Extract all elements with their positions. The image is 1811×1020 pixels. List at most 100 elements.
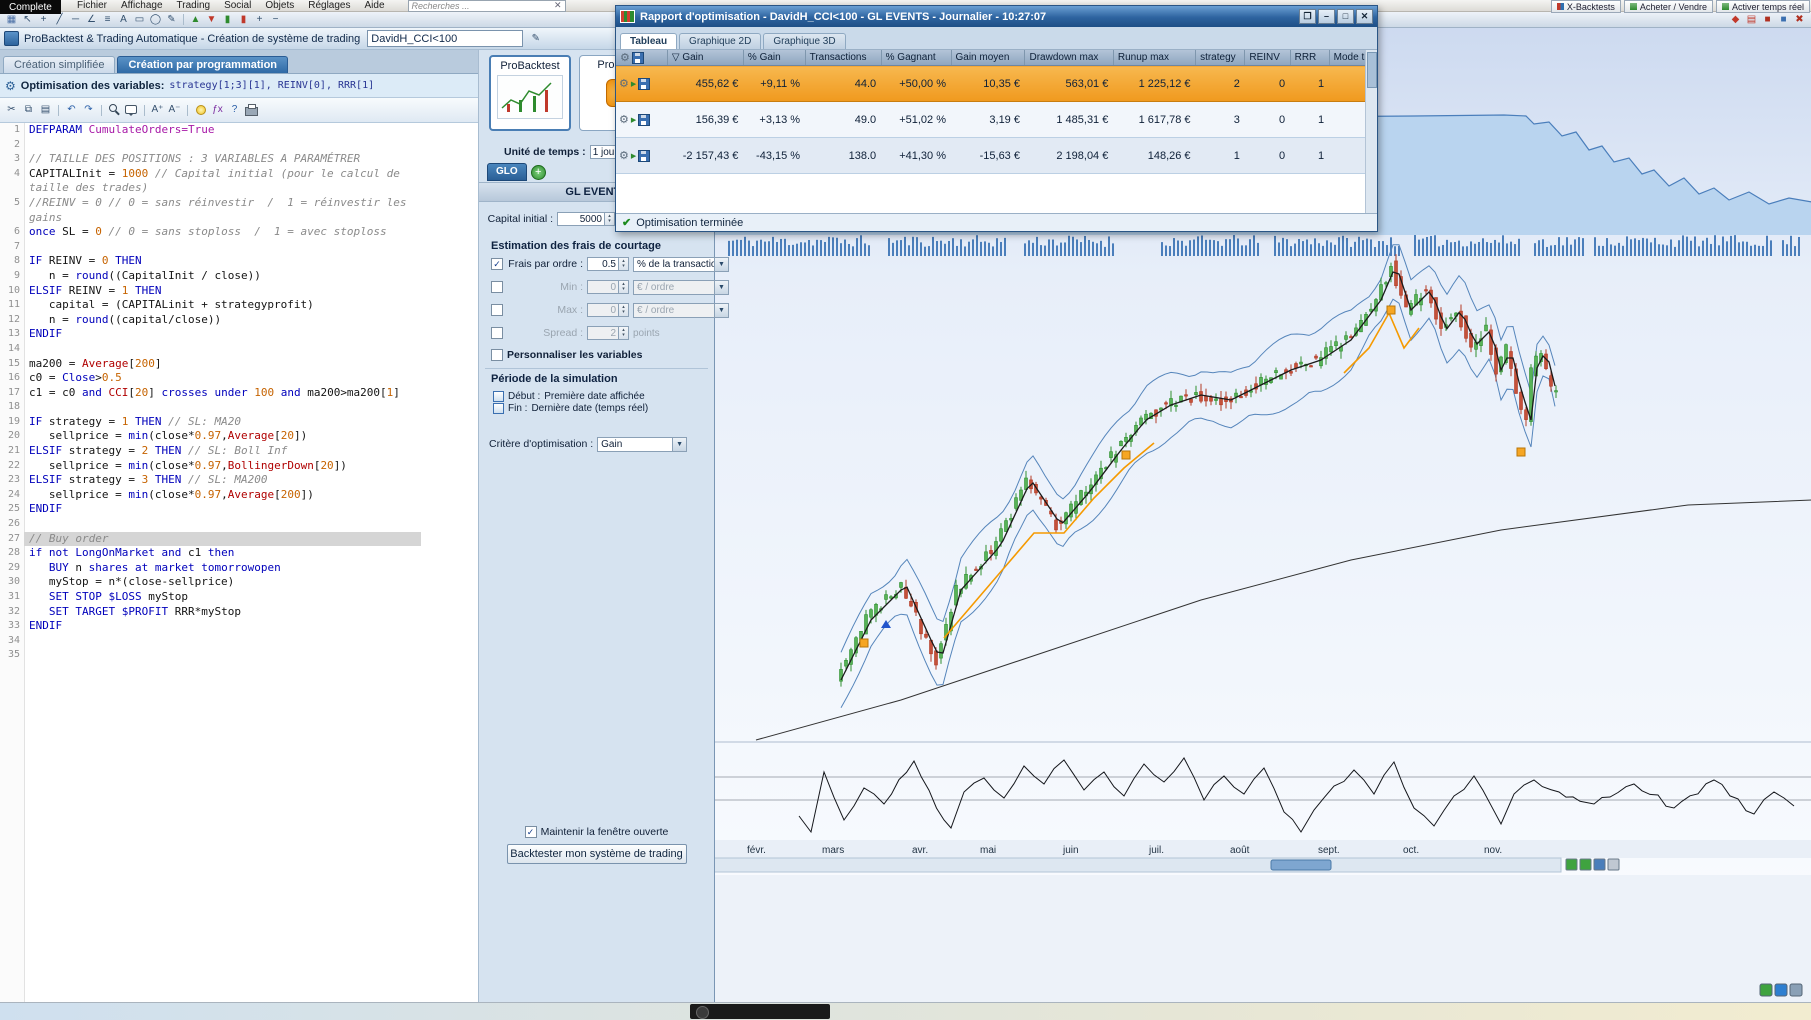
orders-icon[interactable]: ■ xyxy=(1776,13,1791,27)
code-line[interactable]: 4 CAPITALInit = 1000 // Capital initial (… xyxy=(0,167,478,196)
run-icon[interactable]: ▶ xyxy=(631,152,636,160)
save-icon[interactable] xyxy=(631,51,644,64)
code-line[interactable]: 22 sellprice = min(close*0.97,BollingerD… xyxy=(0,459,478,474)
detach-window-icon[interactable]: ❐ xyxy=(1299,9,1316,24)
maximize-button[interactable]: □ xyxy=(1337,9,1354,24)
criterion-select[interactable]: Gain ▼ xyxy=(597,436,688,452)
fee-value-input[interactable]: 0 ▴ ▾ xyxy=(587,280,629,294)
code-line[interactable]: 34 xyxy=(0,634,478,649)
system-name-input[interactable]: DavidH_CCI<100 xyxy=(367,30,524,47)
copy-icon[interactable]: ⧉ xyxy=(21,103,36,117)
capital-input[interactable]: 5000 ▴ ▾ xyxy=(557,212,615,226)
print-icon[interactable] xyxy=(244,103,259,117)
search-icon[interactable] xyxy=(107,103,122,117)
apply-settings-icon[interactable]: ⚙ xyxy=(619,149,629,162)
fee-value-input[interactable]: 2 ▴ ▾ xyxy=(587,326,629,340)
result-row[interactable]: ⚙ ▶ -2 157,43 € -43,15 % 138.0 +41,30 % -15,63… xyxy=(616,137,1377,174)
code-line[interactable]: 21 ELSIF strategy = 2 THEN // SL: Boll In… xyxy=(0,444,478,459)
code-line[interactable]: 29 BUY n shares at market tomorrowopen xyxy=(0,561,478,576)
fee-checkbox[interactable] xyxy=(491,304,503,316)
code-line[interactable]: 35 xyxy=(0,648,478,663)
code-line[interactable]: 27 // Buy order xyxy=(0,531,478,547)
code-line[interactable]: 30 myStop = n*(close-sellprice) xyxy=(0,575,478,590)
spinner[interactable]: ▴ ▾ xyxy=(618,304,628,316)
font-decrease-icon[interactable]: A⁻ xyxy=(167,103,182,117)
crosshair-icon[interactable]: + xyxy=(36,13,51,27)
backtest-button[interactable]: Backtester mon système de trading xyxy=(506,844,687,864)
code-line[interactable]: 15 ma200 = Average[200] xyxy=(0,357,478,372)
candlestick-up-icon[interactable]: ▮ xyxy=(220,13,235,27)
taskbar-icon[interactable] xyxy=(696,1006,709,1019)
zoom-in-icon[interactable]: + xyxy=(252,13,267,27)
chevron-down-icon[interactable]: ▼ xyxy=(714,303,728,317)
top-button-1[interactable]: Acheter / Vendre xyxy=(1623,0,1713,13)
cut-icon[interactable]: ✂ xyxy=(4,103,19,117)
search-clear-icon[interactable]: ✕ xyxy=(554,0,562,11)
result-row[interactable]: ⚙ ▶ 156,39 € +3,13 % 49.0 +51,02 % 3,19 €1 485… xyxy=(616,101,1377,138)
probacktest-mode-button[interactable]: ProBacktest xyxy=(489,55,571,131)
top-button-0[interactable]: X-Backtests xyxy=(1550,0,1621,13)
save-icon[interactable] xyxy=(638,77,651,90)
alert-icon[interactable]: ◆ xyxy=(1728,13,1743,27)
code-line[interactable]: 14 xyxy=(0,342,478,357)
code-editor[interactable]: 1 DEFPARAM CumulateOrders=True 2 3// TAILLE… xyxy=(0,123,478,1002)
font-increase-icon[interactable]: A⁺ xyxy=(150,103,165,117)
paste-icon[interactable]: ▤ xyxy=(38,103,53,117)
report-scrollbar[interactable] xyxy=(1365,50,1377,213)
fee-checkbox[interactable] xyxy=(491,281,503,293)
tab-creation-simplifiee[interactable]: Création simplifiée xyxy=(3,56,116,73)
cursor-icon[interactable]: ↖ xyxy=(20,13,35,27)
code-line[interactable]: 5 //REINV = 0 // 0 = sans réinvestir / 1 … xyxy=(0,196,478,225)
taskbar[interactable] xyxy=(0,1002,1811,1020)
save-icon[interactable] xyxy=(638,149,651,162)
report-titlebar[interactable]: Rapport d'optimisation - DavidH_CCI<100 … xyxy=(616,6,1377,27)
pencil-icon[interactable]: ✎ xyxy=(164,13,179,27)
hint-icon[interactable] xyxy=(193,103,208,117)
rect-icon[interactable]: ▭ xyxy=(132,13,147,27)
code-line[interactable]: 31 SET STOP $LOSS myStop xyxy=(0,590,478,605)
instrument-tab[interactable]: GLO xyxy=(487,163,527,181)
comment-icon[interactable] xyxy=(124,103,139,117)
code-line[interactable]: 32 SET TARGET $PROFIT RRR*myStop xyxy=(0,605,478,620)
fee-unit-select[interactable]: € / ordre ▼ xyxy=(633,279,729,295)
capital-spinner[interactable]: ▴ ▾ xyxy=(604,213,614,225)
column-header-drawdown-max[interactable]: Drawdown max xyxy=(1024,50,1114,66)
fee-unit-select[interactable]: % de la transaction ▼ xyxy=(633,256,729,272)
insert-function-icon[interactable]: ƒx xyxy=(210,103,225,117)
chevron-down-icon[interactable]: ▼ xyxy=(714,280,728,294)
run-icon[interactable]: ▶ xyxy=(631,116,636,124)
fee-value-input[interactable]: 0 ▴ ▾ xyxy=(587,303,629,317)
report-tab-graphique-3d[interactable]: Graphique 3D xyxy=(763,33,846,49)
code-line[interactable]: 17 c1 = c0 and CCI[20] crosses under 100 … xyxy=(0,386,478,401)
spinner[interactable]: ▴ ▾ xyxy=(618,327,628,339)
code-line[interactable]: 20 sellprice = min(close*0.97,Average[20… xyxy=(0,429,478,444)
save-icon[interactable] xyxy=(638,113,651,126)
code-line[interactable]: 8 IF REINV = 0 THEN xyxy=(0,254,478,269)
code-line[interactable]: 2 xyxy=(0,138,478,153)
fibonacci-icon[interactable]: ≡ xyxy=(100,13,115,27)
trendline-icon[interactable]: ╱ xyxy=(52,13,67,27)
sell-arrow-icon[interactable]: ▼ xyxy=(204,13,219,27)
top-button-2[interactable]: Activer temps réel xyxy=(1715,0,1810,13)
code-line[interactable]: 33 ENDIF xyxy=(0,619,478,634)
autocomplete-popup[interactable]: Complete xyxy=(0,0,61,14)
code-line[interactable]: 6 once SL = 0 // 0 = sans stoploss / 1 = … xyxy=(0,225,478,240)
chevron-down-icon[interactable]: ▼ xyxy=(714,257,728,271)
menu-item-rglages[interactable]: Réglages xyxy=(301,0,357,11)
chevron-down-icon[interactable]: ▼ xyxy=(672,437,687,451)
code-line[interactable]: 18 xyxy=(0,400,478,415)
add-instrument-button[interactable]: + xyxy=(530,164,546,180)
code-line[interactable]: 19 IF strategy = 1 THEN // SL: MA20 xyxy=(0,415,478,430)
code-line[interactable]: 10 ELSIF REINV = 1 THEN xyxy=(0,284,478,299)
candlestick-down-icon[interactable]: ▮ xyxy=(236,13,251,27)
fee-checkbox[interactable] xyxy=(491,327,503,339)
column-header-gain-moyen[interactable]: Gain moyen xyxy=(951,50,1026,66)
apply-settings-icon[interactable]: ⚙ xyxy=(619,77,629,90)
minimize-button[interactable]: – xyxy=(1318,9,1335,24)
workspace-icon[interactable]: ▦ xyxy=(4,13,19,27)
column-header-runup-max[interactable]: Runup max xyxy=(1113,50,1197,66)
code-line[interactable]: 7 xyxy=(0,240,478,255)
column-header---gagnant[interactable]: % Gagnant xyxy=(881,50,952,66)
personalize-checkbox[interactable] xyxy=(491,349,503,361)
menu-item-aide[interactable]: Aide xyxy=(358,0,392,11)
